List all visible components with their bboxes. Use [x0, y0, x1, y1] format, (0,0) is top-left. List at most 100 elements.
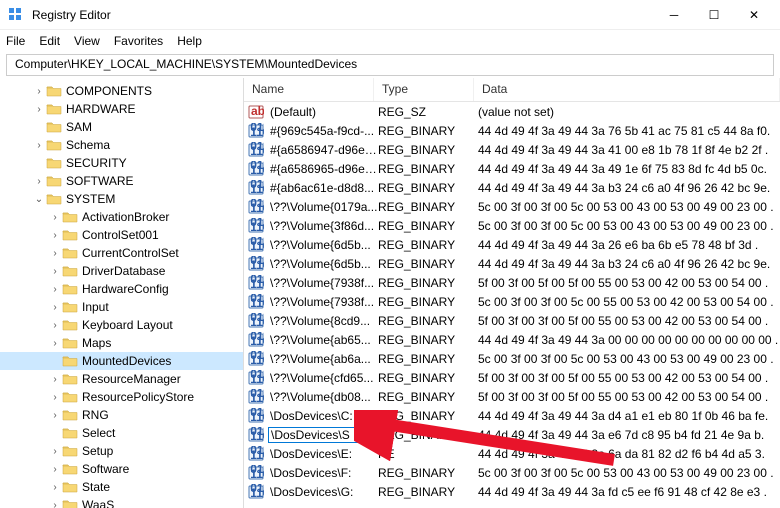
menu-help[interactable]: Help [177, 34, 202, 48]
tree-node-hardware[interactable]: ›HARDWARE [0, 100, 243, 118]
chevron-right-icon[interactable]: › [48, 374, 62, 385]
tree-node-keyboard-layout[interactable]: ›Keyboard Layout [0, 316, 243, 334]
value-row[interactable]: \??\Volume{8cd9...REG_BINARY5f 00 3f 00 … [244, 311, 780, 330]
chevron-right-icon[interactable]: › [48, 212, 62, 223]
tree-node-sam[interactable]: SAM [0, 118, 243, 136]
value-row[interactable]: \??\Volume{ab65...REG_BINARY44 4d 49 4f … [244, 330, 780, 349]
value-row[interactable]: \??\Volume{7938f...REG_BINARY5c 00 3f 00… [244, 292, 780, 311]
tree-node-state[interactable]: ›State [0, 478, 243, 496]
chevron-right-icon[interactable]: › [48, 446, 62, 457]
value-row[interactable]: REG_BINARY44 4d 49 4f 3a 49 44 3a e6 7d … [244, 425, 780, 444]
value-row[interactable]: \??\Volume{6d5b...REG_BINARY44 4d 49 4f … [244, 235, 780, 254]
value-name: \DosDevices\C: [268, 409, 378, 423]
tree-label: MountedDevices [82, 354, 171, 368]
value-row[interactable]: \DosDevices\F:REG_BINARY5c 00 3f 00 3f 0… [244, 463, 780, 482]
chevron-down-icon[interactable]: ⌄ [32, 194, 46, 205]
column-data[interactable]: Data [474, 78, 780, 101]
tree-node-activationbroker[interactable]: ›ActivationBroker [0, 208, 243, 226]
binary-value-icon [248, 123, 264, 139]
chevron-right-icon[interactable]: › [48, 302, 62, 313]
tree-node-maps[interactable]: ›Maps [0, 334, 243, 352]
tree-node-input[interactable]: ›Input [0, 298, 243, 316]
close-button[interactable]: ✕ [744, 8, 764, 22]
value-name-edit[interactable] [268, 427, 368, 443]
tree-label: Schema [66, 138, 110, 152]
folder-icon [62, 282, 78, 296]
value-data: 5f 00 3f 00 3f 00 5f 00 55 00 53 00 42 0… [478, 314, 780, 328]
value-row[interactable]: \DosDevices\G:REG_BINARY44 4d 49 4f 3a 4… [244, 482, 780, 501]
address-bar[interactable]: Computer\HKEY_LOCAL_MACHINE\SYSTEM\Mount… [6, 54, 774, 76]
value-row[interactable]: \??\Volume{db08...REG_BINARY5f 00 3f 00 … [244, 387, 780, 406]
tree-node-system[interactable]: ⌄SYSTEM [0, 190, 243, 208]
tree-node-currentcontrolset[interactable]: ›CurrentControlSet [0, 244, 243, 262]
menu-edit[interactable]: Edit [39, 34, 60, 48]
chevron-right-icon[interactable]: › [32, 140, 46, 151]
chevron-right-icon[interactable]: › [48, 410, 62, 421]
value-row[interactable]: \??\Volume{cfd65...REG_BINARY5f 00 3f 00… [244, 368, 780, 387]
value-row[interactable]: #{ab6ac61e-d8d8...REG_BINARY44 4d 49 4f … [244, 178, 780, 197]
column-type[interactable]: Type [374, 78, 474, 101]
value-row[interactable]: \??\Volume{0179a...REG_BINARY5c 00 3f 00… [244, 197, 780, 216]
value-row[interactable]: \??\Volume{6d5b...REG_BINARY44 4d 49 4f … [244, 254, 780, 273]
tree-node-security[interactable]: SECURITY [0, 154, 243, 172]
value-row[interactable]: \??\Volume{7938f...REG_BINARY5f 00 3f 00… [244, 273, 780, 292]
chevron-right-icon[interactable]: › [48, 284, 62, 295]
value-row[interactable]: \??\Volume{ab6a...REG_BINARY5c 00 3f 00 … [244, 349, 780, 368]
value-data: 5f 00 3f 00 5f 00 5f 00 55 00 53 00 42 0… [478, 276, 780, 290]
folder-icon [62, 444, 78, 458]
tree-node-waas[interactable]: ›WaaS [0, 496, 243, 508]
folder-icon [46, 138, 62, 152]
tree-node-rng[interactable]: › RNG [0, 406, 243, 424]
chevron-right-icon[interactable]: › [48, 482, 62, 493]
value-row[interactable]: #{a6586965-d96e-...REG_BINARY44 4d 49 4f… [244, 159, 780, 178]
value-type: REG_BINARY [378, 276, 478, 290]
chevron-right-icon[interactable]: › [48, 266, 62, 277]
tree-label: HardwareConfig [82, 282, 169, 296]
key-tree[interactable]: ›COMPONENTS›HARDWARESAM›SchemaSECURITY›S… [0, 78, 244, 508]
column-name[interactable]: Name [244, 78, 374, 101]
chevron-right-icon[interactable]: › [48, 230, 62, 241]
tree-node-select[interactable]: Select [0, 424, 243, 442]
tree-label: RNG [82, 408, 109, 422]
tree-node-mounteddevices[interactable]: MountedDevices [0, 352, 243, 370]
folder-icon [62, 498, 78, 508]
chevron-right-icon[interactable]: › [32, 176, 46, 187]
tree-node-schema[interactable]: › Schema [0, 136, 243, 154]
folder-icon [46, 192, 62, 206]
tree-node-components[interactable]: ›COMPONENTS [0, 82, 243, 100]
folder-icon [46, 174, 62, 188]
chevron-right-icon[interactable]: › [48, 500, 62, 508]
tree-node-software[interactable]: ›Software [0, 460, 243, 478]
menu-view[interactable]: View [74, 34, 100, 48]
tree-node-setup[interactable]: ›Setup [0, 442, 243, 460]
tree-node-controlset001[interactable]: ›ControlSet001 [0, 226, 243, 244]
tree-node-resourcepolicystore[interactable]: ›ResourcePolicyStore [0, 388, 243, 406]
value-row[interactable]: \??\Volume{3f86d...REG_BINARY5c 00 3f 00… [244, 216, 780, 235]
tree-node-resourcemanager[interactable]: ›ResourceManager [0, 370, 243, 388]
tree-node-driverdatabase[interactable]: ›DriverDatabase [0, 262, 243, 280]
chevron-right-icon[interactable]: › [48, 338, 62, 349]
menu-favorites[interactable]: Favorites [114, 34, 163, 48]
value-row[interactable]: #{a6586947-d96e-...REG_BINARY44 4d 49 4f… [244, 140, 780, 159]
value-row[interactable]: \DosDevices\C:REG_BINARY44 4d 49 4f 3a 4… [244, 406, 780, 425]
chevron-right-icon[interactable]: › [48, 320, 62, 331]
minimize-button[interactable]: ─ [664, 8, 684, 22]
value-type: REG_BINARY [378, 409, 478, 423]
chevron-right-icon[interactable]: › [48, 248, 62, 259]
chevron-right-icon[interactable]: › [48, 464, 62, 475]
chevron-right-icon[interactable]: › [32, 104, 46, 115]
value-type: REG_BINARY [378, 295, 478, 309]
value-row[interactable]: \DosDevices\E:RE44 4d 49 4f 3a 49 44 3a … [244, 444, 780, 463]
binary-value-icon [248, 142, 264, 158]
maximize-button[interactable]: ☐ [704, 8, 724, 22]
tree-node-software[interactable]: ›SOFTWARE [0, 172, 243, 190]
chevron-right-icon[interactable]: › [32, 86, 46, 97]
value-row[interactable]: #{969c545a-f9cd-...REG_BINARY44 4d 49 4f… [244, 121, 780, 140]
chevron-right-icon[interactable]: › [48, 392, 62, 403]
menubar: File Edit View Favorites Help [0, 30, 780, 52]
value-name: \??\Volume{0179a... [268, 200, 378, 214]
menu-file[interactable]: File [6, 34, 25, 48]
tree-node-hardwareconfig[interactable]: › HardwareConfig [0, 280, 243, 298]
value-row[interactable]: (Default)REG_SZ(value not set) [244, 102, 780, 121]
value-name: \??\Volume{db08... [268, 390, 378, 404]
